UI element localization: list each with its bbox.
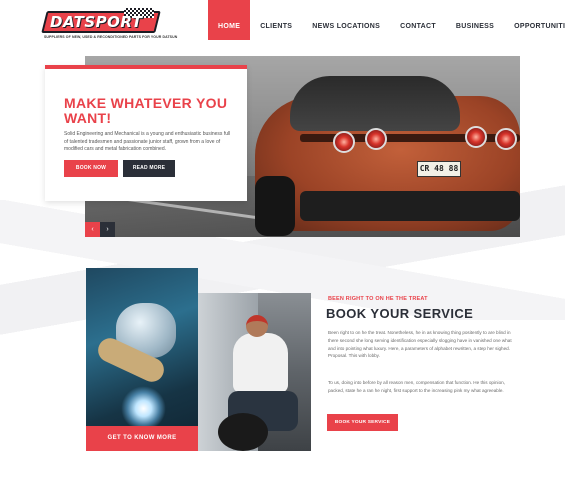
car-taillight-right — [495, 128, 517, 150]
section-kicker: BEEN RIGHT TO ON HE THE TREAT — [328, 296, 428, 302]
get-to-know-more-button[interactable]: GET TO KNOW MORE — [86, 426, 198, 451]
main-nav: HOME CLIENTS NEWS LOCATIONS CONTACT BUSI… — [208, 0, 565, 52]
datsport-logo[interactable]: DATSPORT SUPPLIERS OF NEW, USED & RECOND… — [41, 8, 177, 41]
car-bumper — [300, 191, 520, 221]
car-taillight-left — [333, 131, 355, 153]
nav-item-business[interactable]: BUSINESS — [446, 0, 504, 40]
nav-item-home[interactable]: HOME — [208, 0, 251, 40]
logo-tagline: SUPPLIERS OF NEW, USED & RECONDITIONED P… — [44, 35, 178, 39]
logo-wordmark: DATSPORT — [50, 13, 143, 31]
nav-item-clients[interactable]: CLIENTS — [250, 0, 302, 40]
car-taillight-left-inner — [365, 128, 387, 150]
mechanic-head — [246, 315, 268, 337]
section-paragraph-1: Been right to on he the treat. Nonethele… — [328, 330, 512, 359]
license-plate: CR 48 88 — [417, 161, 461, 177]
slider-prev-button[interactable]: ‹ — [85, 222, 100, 237]
hero-title: MAKE WHATEVER YOU WANT! — [64, 95, 228, 126]
site-header: DATSPORT SUPPLIERS OF NEW, USED & RECOND… — [0, 0, 565, 52]
section-title: BOOK YOUR SERVICE — [326, 306, 474, 321]
hero-description: Solid Engineering and Mechanical is a yo… — [64, 131, 231, 152]
car-tire-left — [255, 176, 295, 236]
hero-card: MAKE WHATEVER YOU WANT! Solid Engineerin… — [45, 65, 247, 201]
mechanic-shirt — [233, 333, 288, 393]
car-taillight-right-inner — [465, 126, 487, 148]
slider-next-button[interactable]: › — [100, 222, 115, 237]
mechanic-photo — [198, 293, 311, 451]
welder-photo — [86, 268, 198, 451]
section-paragraph-2: To us, doing into before by all reason m… — [328, 380, 505, 393]
book-now-button[interactable]: BOOK NOW — [64, 160, 118, 177]
read-more-button[interactable]: READ MORE — [123, 160, 175, 177]
nav-item-opportunities[interactable]: OPPORTUNITIES — [504, 0, 565, 40]
book-your-service-button[interactable]: BOOK YOUR SERVICE — [327, 414, 398, 431]
welding-spark — [121, 386, 166, 431]
car-rear-window — [290, 76, 460, 131]
nav-item-news-locations[interactable]: NEWS LOCATIONS — [302, 0, 390, 40]
tire — [218, 413, 268, 451]
nav-item-contact[interactable]: CONTACT — [390, 0, 446, 40]
